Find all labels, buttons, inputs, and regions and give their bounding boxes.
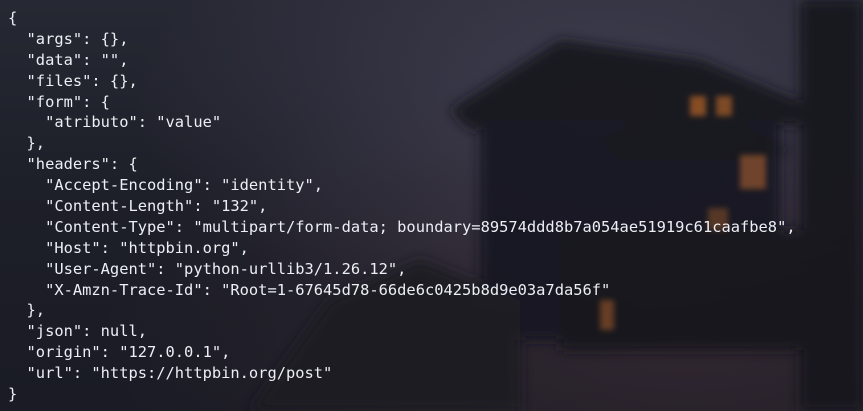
output-line: } [8,385,18,404]
output-line: "files": {}, [8,71,138,90]
output-line: "Content-Length": "132", [8,197,268,216]
output-line: "atributo": "value" [8,113,222,132]
output-line: "form": { [8,92,110,111]
output-line: "Host": "httpbin.org", [8,238,249,257]
terminal-window[interactable]: { "args": {}, "data": "", "files": {}, "… [0,0,863,411]
output-line: "args": {}, [8,29,129,48]
output-line: "X-Amzn-Trace-Id": "Root=1-67645d78-66de… [8,280,611,299]
output-line: "User-Agent": "python-urllib3/1.26.12", [8,259,407,278]
output-line: "headers": { [8,155,138,174]
output-line: "origin": "127.0.0.1", [8,343,231,362]
output-line: "url": "https://httpbin.org/post" [8,364,333,383]
output-line: "json": null, [8,322,147,341]
output-line: }, [8,134,46,153]
output-line: "data": "", [8,50,129,69]
output-line: "Accept-Encoding": "identity", [8,176,324,195]
output-line: "Content-Type": "multipart/form-data; bo… [8,217,796,236]
terminal-output: { "args": {}, "data": "", "files": {}, "… [8,8,796,405]
output-line: }, [8,301,46,320]
output-line: { [8,9,18,27]
